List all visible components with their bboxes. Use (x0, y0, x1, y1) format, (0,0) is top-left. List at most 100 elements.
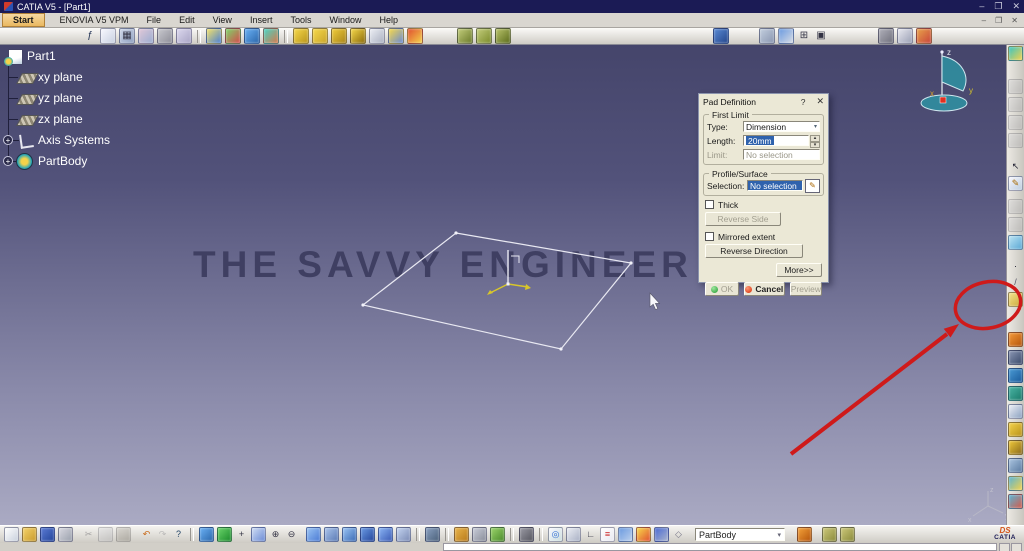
menu-item-window[interactable]: Window (320, 15, 370, 25)
book-icon[interactable] (713, 28, 729, 44)
person-icon[interactable] (916, 28, 932, 44)
menu-item-tools[interactable]: Tools (281, 15, 320, 25)
more-button[interactable]: More>> (776, 263, 822, 277)
close-button[interactable]: ✕ (1012, 1, 1020, 12)
iso-view-icon[interactable] (342, 527, 357, 542)
menu-item-edit[interactable]: Edit (170, 15, 204, 25)
checker-icon-3[interactable] (495, 28, 511, 44)
pocket-icon[interactable] (1008, 350, 1023, 365)
plane-icon[interactable] (1008, 292, 1023, 307)
catalog-browser-icon[interactable]: ◎ (548, 527, 563, 542)
sphere-axis-icon[interactable] (388, 28, 404, 44)
dialog-help-button[interactable]: ? (801, 97, 806, 107)
tree-item-yz-plane[interactable]: yz plane (0, 88, 160, 109)
tree-item-xy-plane[interactable]: xy plane (0, 67, 160, 88)
columns-icon[interactable] (778, 28, 794, 44)
menu-item-file[interactable]: File (138, 15, 171, 25)
print-icon[interactable] (58, 527, 73, 542)
tree-item-label[interactable]: PartBody (38, 154, 87, 168)
go-to-sketch-button[interactable]: ✎ (805, 178, 820, 193)
tree-item-axis-systems[interactable]: + Axis Systems (0, 130, 160, 151)
undo-icon[interactable]: ↶ (140, 528, 153, 541)
stiffener-icon[interactable] (1008, 458, 1023, 473)
measure-between-icon[interactable] (454, 527, 469, 542)
shaft-icon[interactable] (1008, 368, 1023, 383)
tree-item-label[interactable]: xy plane (38, 70, 83, 84)
tree-item-label[interactable]: Axis Systems (38, 133, 110, 147)
compass[interactable]: z y x (920, 48, 973, 112)
length-input[interactable]: 20mm (743, 135, 809, 146)
dialog-title-bar[interactable]: Pad Definition ? ✕ (699, 94, 828, 108)
constraint-icon[interactable] (618, 527, 633, 542)
khaki-tool-icon-1[interactable] (822, 527, 837, 542)
dialog-close-button[interactable]: ✕ (816, 96, 824, 107)
solid-box-icon[interactable] (293, 28, 309, 44)
mean-dimensions-icon[interactable]: ≡ (600, 527, 615, 542)
expander-icon[interactable]: + (3, 135, 13, 145)
plane-white-icon[interactable]: ◇ (672, 528, 685, 541)
khaki-tool-icon-2[interactable] (840, 527, 855, 542)
menu-item-view[interactable]: View (204, 15, 241, 25)
solid-cylinder-icon[interactable] (331, 28, 347, 44)
select-arrow-icon[interactable]: ↖ (1009, 160, 1022, 173)
paint-brush-icon[interactable] (797, 527, 812, 542)
pad-icon[interactable] (1008, 332, 1023, 347)
grid-icon[interactable]: ⊞ (797, 29, 811, 43)
point-icon[interactable]: · (1009, 260, 1022, 273)
type-select[interactable]: Dimension ▾ (743, 121, 820, 132)
clock-icon[interactable] (566, 527, 581, 542)
filter-icon[interactable] (176, 28, 192, 44)
zoom-out-icon[interactable]: ⊖ (285, 528, 298, 541)
menu-item-insert[interactable]: Insert (241, 15, 282, 25)
formula-icon[interactable]: ƒ (83, 29, 97, 43)
battery-icon[interactable] (759, 28, 775, 44)
reverse-direction-button[interactable]: Reverse Direction (705, 244, 803, 258)
zoom-in-icon[interactable]: ⊕ (269, 528, 282, 541)
normal-view-icon[interactable] (306, 527, 321, 542)
tree-item-root[interactable]: Part1 (0, 46, 160, 67)
open-folder-icon[interactable] (22, 527, 37, 542)
tree-item-label[interactable]: zx plane (38, 112, 83, 126)
step-down-icon[interactable]: ▾ (810, 141, 820, 148)
doc-close-button[interactable]: ✕ (1011, 16, 1018, 25)
checker-icon-2[interactable] (476, 28, 492, 44)
camera-icon[interactable] (519, 527, 534, 542)
save-icon[interactable] (40, 527, 55, 542)
paint-icon[interactable] (206, 28, 222, 44)
line-icon[interactable]: / (1009, 276, 1022, 289)
menu-start[interactable]: Start (2, 13, 45, 27)
profile-selection-field[interactable]: No selection (747, 180, 803, 191)
render-light-icon[interactable] (897, 28, 913, 44)
section-box-icon[interactable] (1008, 235, 1023, 250)
help-icon[interactable]: ? (172, 528, 185, 541)
power-input[interactable] (443, 543, 997, 551)
hole-icon[interactable] (1008, 404, 1023, 419)
mirrored-extent-checkbox[interactable] (705, 232, 714, 241)
globe-icon[interactable] (244, 28, 260, 44)
map-icon[interactable] (225, 28, 241, 44)
remove-loft-icon[interactable] (1008, 494, 1023, 509)
fly-icon[interactable] (199, 527, 214, 542)
body-selector[interactable]: PartBody ▾ (695, 528, 785, 541)
rib-icon[interactable] (1008, 422, 1023, 437)
comment-icon[interactable] (100, 28, 116, 44)
groove-icon[interactable] (1008, 386, 1023, 401)
sketch-icon[interactable]: ✎ (1008, 176, 1023, 191)
new-file-icon[interactable] (4, 527, 19, 542)
doc-restore-button[interactable]: ❐ (995, 16, 1002, 25)
lock-feature-icon[interactable] (490, 527, 505, 542)
calculator-icon[interactable]: ▦ (119, 28, 135, 44)
viewport-3d[interactable]: THE SAVVY ENGINEER z y x z x Part1 xy pl… (0, 44, 1024, 525)
slot-icon[interactable] (1008, 440, 1023, 455)
levels-icon[interactable] (654, 527, 669, 542)
multi-view-icon[interactable] (324, 527, 339, 542)
pan-icon[interactable]: + (235, 528, 248, 541)
loft-icon[interactable] (1008, 476, 1023, 491)
measure-item-icon[interactable] (472, 527, 487, 542)
menu-item-enovia-v5-vpm[interactable]: ENOVIA V5 VPM (51, 15, 138, 25)
thick-checkbox[interactable] (705, 200, 714, 209)
tree-root-label[interactable]: Part1 (27, 49, 56, 63)
doc-minimize-button[interactable]: – (982, 16, 986, 25)
render-camera-icon[interactable] (878, 28, 894, 44)
solid-half-icon[interactable] (350, 28, 366, 44)
